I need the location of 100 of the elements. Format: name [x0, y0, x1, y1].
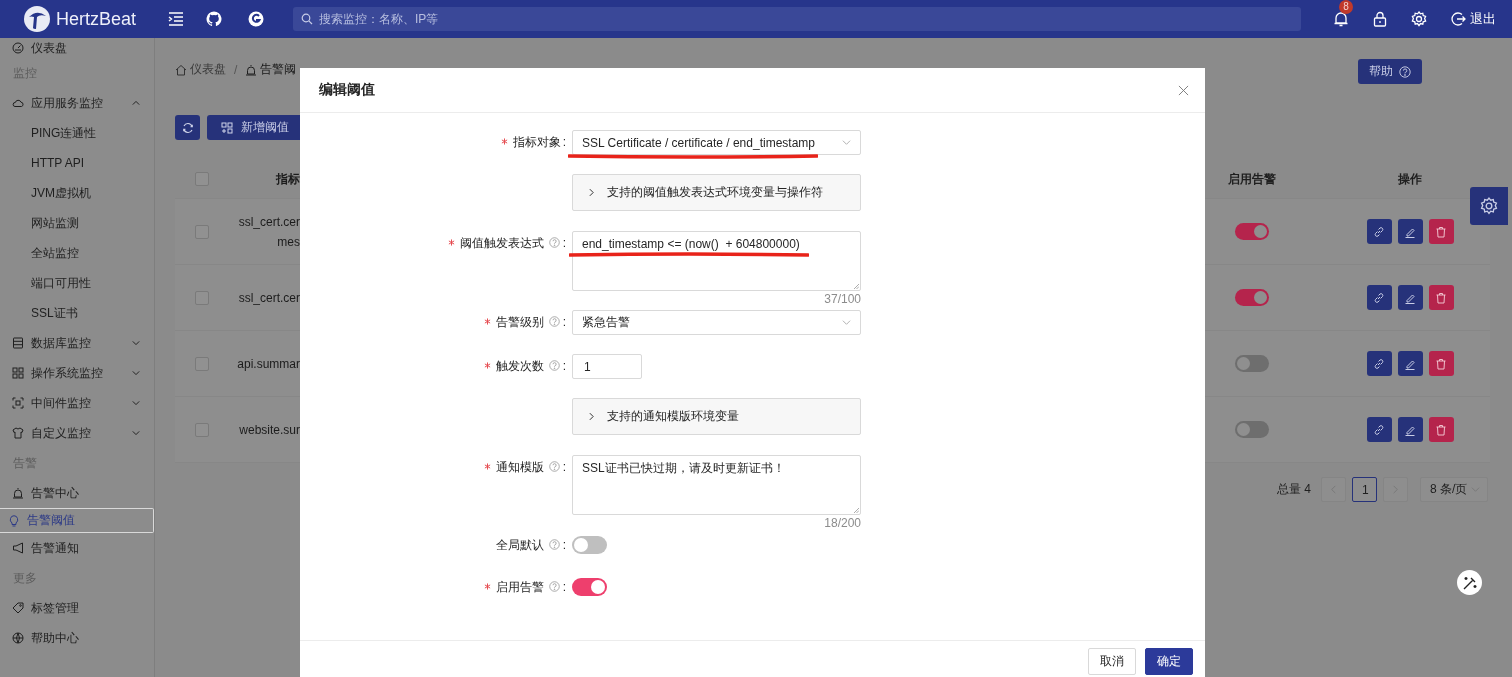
resize-handle-icon[interactable] [853, 283, 859, 289]
logo-icon [24, 6, 50, 32]
sidebar-item[interactable]: 帮助中心 [0, 623, 154, 653]
sidebar-item[interactable]: 告警通知 [0, 533, 154, 563]
sidebar-item[interactable]: 中间件监控 [0, 388, 154, 418]
link-icon [1373, 357, 1385, 370]
settings-button[interactable] [1470, 187, 1508, 225]
edit-button[interactable] [1397, 219, 1423, 244]
caret-icon [132, 100, 140, 106]
link-button[interactable] [1366, 417, 1392, 442]
sidebar-subitem[interactable]: HTTP API [0, 148, 154, 178]
cloud-icon [12, 97, 24, 109]
home-icon [175, 63, 187, 76]
edit-button[interactable] [1397, 417, 1423, 442]
number-field[interactable]: 1 [572, 354, 642, 379]
megaphone-icon [12, 542, 24, 554]
lock-icon[interactable] [1372, 11, 1388, 27]
field-label: 阈值触发表达式 [459, 236, 544, 250]
field-label: 触发次数 [495, 359, 544, 373]
help-icon[interactable] [548, 539, 560, 550]
page-number-button[interactable]: 1 [1352, 477, 1377, 502]
column-header: 指标 [275, 171, 300, 188]
sidebar-item[interactable]: 标签管理 [0, 593, 154, 623]
collapse-header[interactable]: 支持的通知模版环境变量 [572, 398, 861, 435]
chevron-icon [589, 188, 594, 197]
circle-logo-icon[interactable] [248, 11, 264, 27]
bell-icon[interactable] [1333, 11, 1349, 27]
sidebar-subitem[interactable]: SSL证书 [0, 298, 154, 328]
delete-button[interactable] [1428, 417, 1454, 442]
field-label: 告警级别 [495, 315, 544, 329]
toggle-switch[interactable] [1235, 355, 1269, 372]
help-icon[interactable] [548, 461, 560, 472]
help-button[interactable]: 帮助 [1358, 59, 1422, 84]
edit-button[interactable] [1397, 285, 1423, 310]
close-icon[interactable] [1178, 84, 1189, 96]
toggle-switch[interactable] [572, 578, 607, 596]
cancel-button[interactable]: 取消 [1088, 648, 1136, 675]
text-area-field[interactable]: SSL证书已快过期，请及时更新证书！ [572, 455, 861, 515]
field-label: 通知模版 [495, 460, 544, 474]
sidebar-subitem[interactable]: 全站监控 [0, 238, 154, 268]
sidebar-item[interactable]: 自定义监控 [0, 418, 154, 448]
caret-icon [132, 370, 140, 376]
field-label: 指标对象 [512, 135, 561, 149]
resize-handle-icon[interactable] [853, 507, 859, 513]
sidebar-subitem[interactable]: PING连通性 [0, 118, 154, 148]
globe-icon [12, 632, 24, 644]
help-icon[interactable] [548, 360, 560, 371]
select-field[interactable]: 紧急告警 [572, 310, 861, 335]
sidebar-item[interactable]: 告警阈值 [0, 508, 154, 533]
text-area-field[interactable]: end_timestamp <= (now() + 604800000) [572, 231, 861, 291]
toggle-switch[interactable] [572, 536, 607, 554]
logout-link[interactable]: 退出 [1450, 10, 1496, 28]
cat-logo-icon[interactable] [206, 11, 222, 27]
total-count: 总量 4 [1277, 481, 1311, 498]
sidebar-item[interactable]: 仪表盘 [0, 38, 154, 58]
toggle-switch[interactable] [1235, 421, 1269, 438]
sidebar-subitem[interactable]: 网站监测 [0, 208, 154, 238]
breadcrumb-link[interactable]: 仪表盘 [175, 61, 226, 78]
confirm-button[interactable]: 确定 [1145, 648, 1193, 675]
delete-button[interactable] [1428, 285, 1454, 310]
sidebar-subitem[interactable]: JVM虚拟机 [0, 178, 154, 208]
link-button[interactable] [1366, 285, 1392, 310]
sidebar-item[interactable]: 应用服务监控 [0, 88, 154, 118]
select-field[interactable]: SSL Certificate / certificate / end_timestamp [572, 130, 861, 155]
character-counter: 37/100 [823, 291, 861, 305]
dialog-title: 编辑阈值 [319, 81, 375, 99]
delete-button[interactable] [1428, 219, 1454, 244]
tag-icon [12, 602, 24, 614]
link-button[interactable] [1366, 351, 1392, 376]
sidebar-item[interactable]: 告警中心 [0, 478, 154, 508]
column-header: 启用告警 [1227, 170, 1277, 188]
sidebar-item[interactable]: 操作系统监控 [0, 358, 154, 388]
logout-icon [1450, 11, 1466, 27]
table-cell-text: ssl_cert.cer [237, 289, 300, 307]
help-icon[interactable] [548, 581, 560, 592]
menu-icon[interactable] [168, 11, 184, 27]
breadcrumb-link[interactable]: 告警阈 [245, 61, 297, 78]
page-size-select[interactable]: 8 条/页 [1420, 477, 1488, 502]
help-icon[interactable] [548, 316, 560, 327]
app-name: HertzBeat [56, 8, 137, 30]
collapse-header[interactable]: 支持的阈值触发表达式环境变量与操作符 [572, 174, 861, 211]
settings-icon [1480, 197, 1498, 215]
label-colon: : [562, 135, 566, 149]
sidebar-subitem[interactable]: 端口可用性 [0, 268, 154, 298]
edit-button[interactable] [1397, 351, 1423, 376]
link-icon [1373, 225, 1385, 238]
toggle-switch[interactable] [1235, 289, 1269, 306]
add-threshold-button[interactable]: 新增阈值 [207, 115, 303, 140]
label-colon: : [562, 538, 566, 552]
magic-wand-button[interactable] [1457, 570, 1482, 595]
label-colon: : [562, 580, 566, 594]
sidebar-item[interactable]: 数据库监控 [0, 328, 154, 358]
trash-icon [1435, 423, 1447, 436]
help-icon[interactable] [548, 237, 560, 248]
link-button[interactable] [1366, 219, 1392, 244]
search-field[interactable]: 搜索监控：名称、IP等 [293, 7, 1301, 31]
refresh-button[interactable] [175, 115, 200, 140]
toggle-switch[interactable] [1235, 223, 1269, 240]
delete-button[interactable] [1428, 351, 1454, 376]
settings-icon[interactable] [1411, 11, 1427, 27]
